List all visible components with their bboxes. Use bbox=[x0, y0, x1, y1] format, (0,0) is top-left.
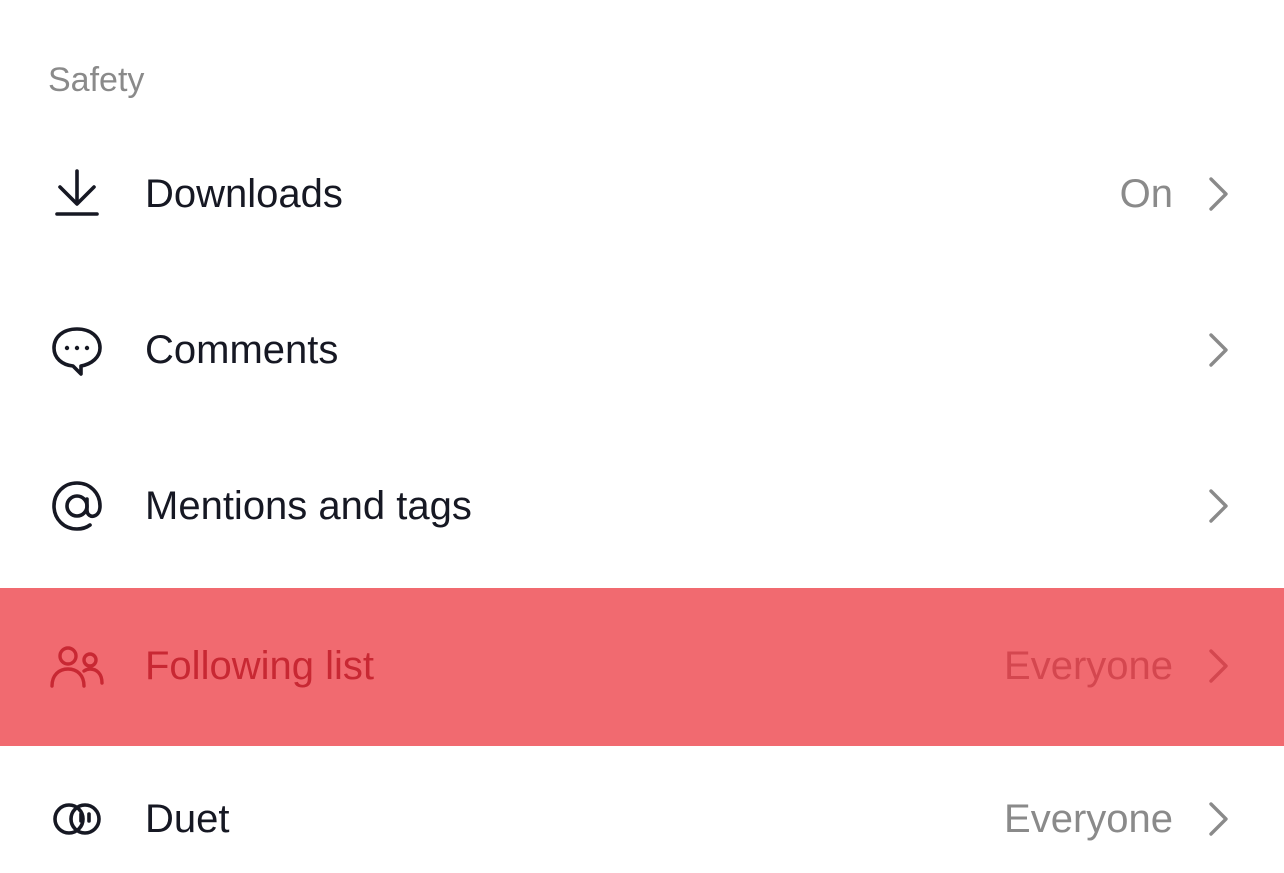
settings-row-duet[interactable]: Duet Everyone bbox=[0, 741, 1284, 873]
chevron-right-icon bbox=[1198, 330, 1238, 370]
at-sign-icon bbox=[48, 477, 106, 535]
settings-row-label: Duet bbox=[145, 797, 230, 841]
settings-row-comments[interactable]: Comments bbox=[0, 272, 1284, 428]
settings-page: Safety Downloads On Comments Mentions an… bbox=[0, 0, 1284, 873]
comment-bubble-icon bbox=[48, 321, 106, 379]
settings-row-label: Downloads bbox=[145, 172, 343, 216]
chevron-right-icon bbox=[1198, 646, 1238, 686]
chevron-right-icon bbox=[1198, 799, 1238, 839]
settings-row-value: On bbox=[1119, 172, 1173, 216]
people-icon bbox=[48, 637, 106, 695]
settings-row-value: Everyone bbox=[1004, 797, 1173, 841]
duet-icon bbox=[48, 790, 106, 848]
chevron-right-icon bbox=[1198, 174, 1238, 214]
chevron-right-icon bbox=[1198, 486, 1238, 526]
settings-row-value: Everyone bbox=[1004, 644, 1173, 688]
settings-row-label: Mentions and tags bbox=[145, 484, 472, 528]
settings-row-mentions-and-tags[interactable]: Mentions and tags bbox=[0, 428, 1284, 584]
settings-row-downloads[interactable]: Downloads On bbox=[0, 116, 1284, 272]
settings-row-label: Following list bbox=[145, 644, 374, 688]
settings-row-label: Comments bbox=[145, 328, 339, 372]
section-header-safety: Safety bbox=[48, 61, 145, 99]
download-icon bbox=[48, 165, 106, 223]
settings-row-following-list[interactable]: Following list Everyone bbox=[0, 588, 1284, 746]
